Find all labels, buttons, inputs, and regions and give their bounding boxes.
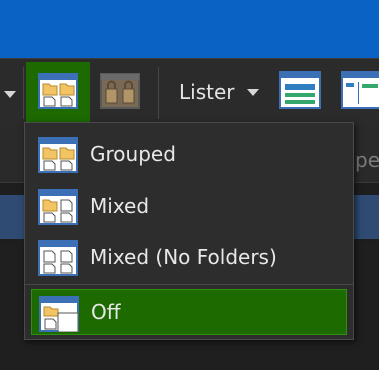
menu-item-label: Grouped [90, 142, 176, 166]
off-icon [39, 296, 79, 336]
toolbar-separator [158, 67, 159, 119]
lock-icon [100, 72, 140, 113]
lister-layout-vertical-button[interactable] [338, 67, 379, 117]
lock-button[interactable] [96, 62, 144, 123]
lister-layout-horizontal-button[interactable] [276, 67, 324, 117]
folder-grid-button[interactable] [26, 62, 90, 123]
menu-item-off[interactable]: Off [31, 289, 347, 335]
mixed-no-folders-icon [38, 240, 78, 280]
mixed-icon [38, 189, 78, 229]
lister-button-label[interactable]: Lister [179, 80, 235, 104]
menu-divider [25, 284, 353, 285]
menu-item-label: Off [91, 300, 121, 324]
menu-item-mixed-no-folders[interactable]: Mixed (No Folders) [31, 234, 347, 280]
toolbar-separator [23, 67, 24, 119]
menu-item-grouped[interactable]: Grouped [31, 131, 347, 177]
lister-layout-horizontal-icon [279, 71, 321, 113]
menu-item-label: Mixed [90, 194, 150, 218]
folder-grid-icon [38, 72, 78, 113]
menu-item-mixed[interactable]: Mixed [31, 183, 347, 229]
window-titlebar [0, 0, 379, 58]
grouped-icon [38, 137, 78, 177]
lister-layout-vertical-icon [341, 71, 379, 113]
lister-dropdown-arrow[interactable] [247, 89, 259, 96]
menu-item-label: Mixed (No Folders) [90, 245, 277, 269]
background-partial-text: pe [355, 148, 379, 172]
toolbar-dropdown-arrow[interactable] [4, 91, 16, 98]
folder-grouping-menu: Grouped Mixed Mixed (No Folders) Off [24, 122, 354, 340]
